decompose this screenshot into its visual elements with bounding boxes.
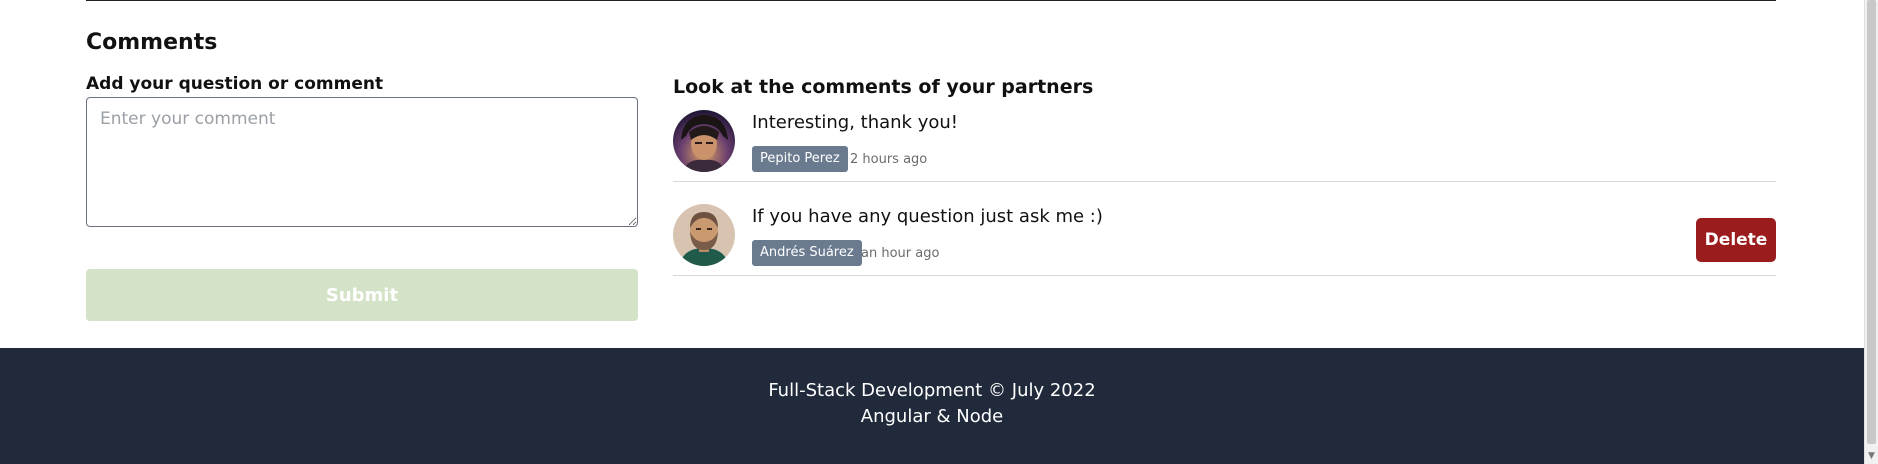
avatar — [673, 110, 735, 172]
page: Comments Add your question or comment Su… — [0, 0, 1864, 464]
comment-timestamp: 2 hours ago — [850, 152, 928, 167]
comment-item: If you have any question just ask me :) … — [673, 182, 1776, 276]
delete-button[interactable]: Delete — [1696, 218, 1776, 262]
comment-item: Interesting, thank you! Pepito Perez 2 h… — [673, 88, 1776, 182]
comment-form-label: Add your question or comment — [86, 74, 384, 94]
footer: Full-Stack Development © July 2022 Angul… — [0, 348, 1864, 464]
comment-timestamp: an hour ago — [861, 246, 940, 261]
comment-text: If you have any question just ask me :) — [752, 206, 1103, 227]
vertical-scrollbar[interactable]: ▼ — [1864, 0, 1878, 464]
comments-heading: Comments — [86, 30, 218, 55]
comment-textarea[interactable] — [86, 97, 638, 227]
footer-copyright: Full-Stack Development © July 2022 — [768, 380, 1096, 401]
author-badge: Andrés Suárez — [752, 240, 862, 266]
author-badge: Pepito Perez — [752, 146, 848, 172]
scrollbar-thumb[interactable] — [1867, 0, 1876, 444]
scroll-down-arrow-icon[interactable]: ▼ — [1868, 451, 1875, 461]
section-divider — [86, 0, 1776, 1]
comment-text: Interesting, thank you! — [752, 112, 958, 133]
avatar-dark-hair-icon — [673, 110, 735, 172]
avatar — [673, 204, 735, 266]
submit-button[interactable]: Submit — [86, 269, 638, 321]
footer-tech-stack: Angular & Node — [860, 406, 1004, 427]
avatar-bearded-man-icon — [673, 204, 735, 266]
